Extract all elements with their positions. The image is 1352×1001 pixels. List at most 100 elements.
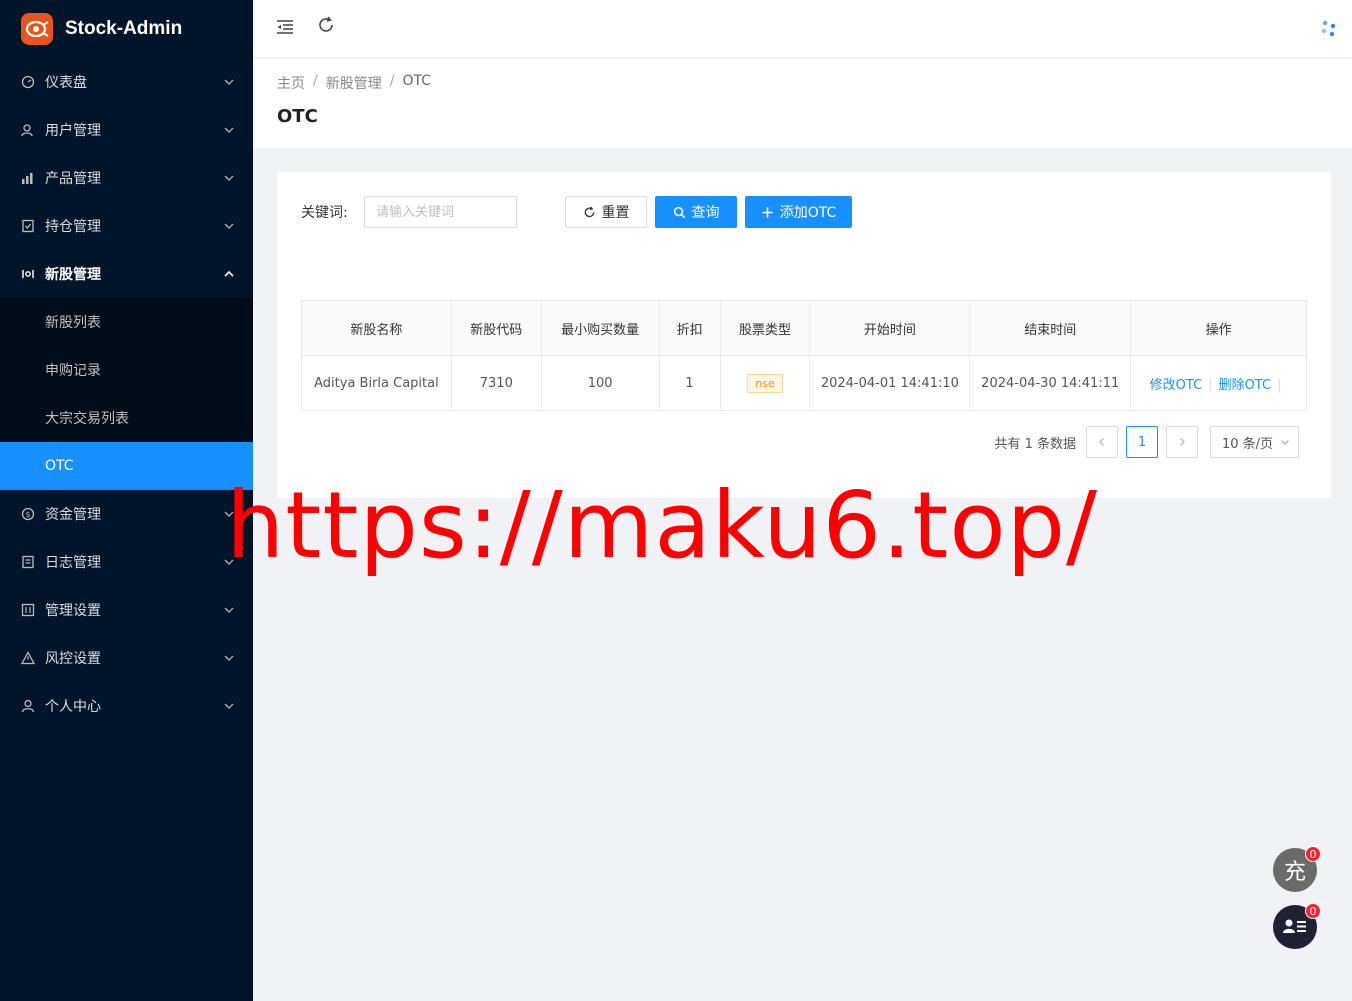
sidebar-item-risk-settings[interactable]: 风控设置: [0, 634, 253, 682]
watermark-url: https://maku6.top/: [226, 472, 1099, 579]
sidebar-subitem-otc[interactable]: OTC: [0, 442, 253, 490]
keyword-label: 关键词:: [301, 205, 348, 221]
chat-badge: 0: [1305, 903, 1321, 919]
content-card: 关键词: 重置 查询 添加OTC 新股名称 新股代码 最小购买数量 折扣 股票类…: [277, 172, 1331, 498]
pagination-total: 共有 1 条数据: [994, 436, 1076, 452]
breadcrumb-separator: /: [313, 73, 318, 89]
cell-start: 2024-04-01 14:41:10: [809, 355, 971, 411]
sidebar-subitem-label: 大宗交易列表: [45, 411, 129, 427]
sidebar-item-label: 用户管理: [45, 123, 101, 139]
cell-name: Aditya Birla Capital: [301, 355, 452, 411]
sidebar-item-label: 产品管理: [45, 171, 101, 187]
delete-otc-link[interactable]: 删除OTC: [1219, 378, 1272, 393]
sidebar-item-label: 新股管理: [45, 267, 101, 283]
cell-type: nse: [719, 355, 811, 411]
reload-icon: [584, 206, 594, 217]
logo[interactable]: Stock-Admin: [0, 0, 253, 58]
page-number-1[interactable]: 1: [1126, 426, 1158, 458]
chevron-left-icon: [1099, 438, 1104, 446]
col-header-start: 开始时间: [809, 300, 971, 356]
sidebar-item-label: 仪表盘: [45, 75, 87, 91]
action-divider: |: [1208, 377, 1213, 393]
col-header-discount: 折扣: [658, 300, 721, 356]
menu-collapse-icon[interactable]: [275, 17, 295, 37]
cell-min-qty: 100: [540, 355, 660, 411]
chevron-down-icon: [224, 703, 234, 709]
sidebar-item-label: 资金管理: [45, 507, 101, 523]
cell-end: 2024-04-30 14:41:11: [969, 355, 1132, 411]
query-button[interactable]: 查询: [655, 196, 737, 228]
breadcrumb-current: OTC: [402, 73, 431, 89]
sidebar-item-dashboard[interactable]: 仪表盘: [0, 58, 253, 106]
plus-icon: [762, 206, 773, 218]
chevron-down-icon: [224, 175, 234, 181]
keyword-input[interactable]: [364, 196, 517, 228]
sidebar-item-users[interactable]: 用户管理: [0, 106, 253, 154]
table-header-row: 新股名称 新股代码 最小购买数量 折扣 股票类型 开始时间 结束时间 操作: [301, 300, 1307, 356]
log-icon: [21, 555, 35, 569]
edit-otc-link[interactable]: 修改OTC: [1150, 378, 1203, 393]
warning-icon: [21, 651, 35, 665]
add-otc-button[interactable]: 添加OTC: [745, 196, 852, 228]
add-otc-button-label: 添加OTC: [779, 205, 837, 221]
top-header: [253, 0, 1352, 58]
col-header-min-qty: 最小购买数量: [540, 300, 660, 356]
sidebar-item-ipo[interactable]: 新股管理: [0, 250, 253, 298]
refresh-icon[interactable]: [316, 15, 336, 35]
user-icon: [21, 699, 35, 713]
settings-icon: [21, 603, 35, 617]
sidebar-subitem-block-trades[interactable]: 大宗交易列表: [0, 394, 253, 442]
otc-table: 新股名称 新股代码 最小购买数量 折扣 股票类型 开始时间 结束时间 操作 Ad…: [301, 300, 1307, 411]
cell-discount: 1: [658, 355, 721, 411]
breadcrumb: 主页 / 新股管理 / OTC: [277, 73, 431, 93]
reset-button[interactable]: 重置: [565, 196, 647, 228]
sidebar-item-positions[interactable]: 持仓管理: [0, 202, 253, 250]
position-icon: [21, 219, 35, 233]
breadcrumb-parent[interactable]: 新股管理: [326, 73, 382, 93]
app-title: Stock-Admin: [65, 18, 183, 39]
contact-list-icon: [1283, 919, 1306, 933]
users-icon: [21, 123, 35, 137]
sidebar-item-funds[interactable]: $ 资金管理: [0, 490, 253, 538]
sidebar-item-profile[interactable]: 个人中心: [0, 682, 253, 730]
page-header: 主页 / 新股管理 / OTC OTC: [253, 59, 1352, 148]
money-icon: $: [21, 507, 35, 521]
sidebar-subitem-subscriptions[interactable]: 申购记录: [0, 346, 253, 394]
chevron-up-icon: [224, 270, 234, 277]
sidebar-item-label: 日志管理: [45, 555, 101, 571]
theme-dots-icon[interactable]: [1319, 18, 1339, 38]
chat-float-button[interactable]: 0: [1273, 903, 1321, 949]
recharge-label: 充: [1283, 860, 1306, 885]
chevron-down-icon: [224, 607, 234, 613]
breadcrumb-home[interactable]: 主页: [277, 73, 305, 93]
query-button-label: 查询: [691, 205, 720, 221]
stock-type-tag: nse: [747, 373, 783, 393]
col-header-type: 股票类型: [719, 300, 811, 356]
col-header-code: 新股代码: [450, 300, 542, 356]
sidebar-subitem-ipo-list[interactable]: 新股列表: [0, 298, 253, 346]
recharge-float-button[interactable]: 充 0: [1273, 846, 1321, 892]
col-header-actions: 操作: [1130, 300, 1307, 356]
dashboard-icon: [21, 75, 35, 89]
sidebar-subitem-label: OTC: [45, 458, 74, 474]
sidebar-item-admin-settings[interactable]: 管理设置: [0, 586, 253, 634]
sidebar-item-products[interactable]: 产品管理: [0, 154, 253, 202]
chevron-down-icon: [224, 127, 234, 133]
page-title: OTC: [277, 106, 318, 127]
chart-icon: [21, 171, 35, 185]
chevron-down-icon: [224, 223, 234, 229]
pagination: 共有 1 条数据 1 10 条/页: [994, 426, 1299, 458]
sidebar-item-label: 管理设置: [45, 603, 101, 619]
chevron-down-icon: [224, 655, 234, 661]
search-form: 关键词: 重置 查询 添加OTC: [301, 196, 852, 228]
prev-page-button[interactable]: [1086, 426, 1118, 458]
search-icon: [673, 206, 685, 218]
page-size-select[interactable]: 10 条/页: [1210, 426, 1299, 458]
next-page-button[interactable]: [1166, 426, 1198, 458]
sidebar-item-label: 持仓管理: [45, 219, 101, 235]
cell-actions: 修改OTC | 删除OTC |: [1130, 355, 1307, 411]
sidebar-item-logs[interactable]: 日志管理: [0, 538, 253, 586]
action-divider: |: [1277, 377, 1282, 393]
breadcrumb-separator: /: [389, 73, 395, 89]
reset-button-label: 重置: [601, 205, 630, 221]
